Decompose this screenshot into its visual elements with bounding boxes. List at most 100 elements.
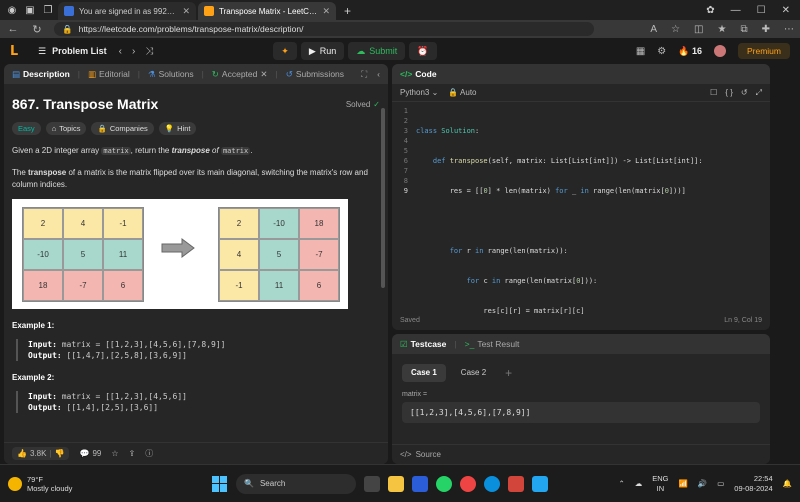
url-field[interactable]: 🔒 https://leetcode.com/problems/transpos… — [54, 22, 594, 36]
close-window-icon[interactable]: ✕ — [782, 5, 790, 16]
start-button[interactable] — [212, 475, 228, 492]
auto-toggle[interactable]: 🔒 Auto — [448, 88, 476, 97]
maximize-icon[interactable]: ☐ — [757, 5, 766, 16]
star-icon[interactable]: ☆ — [111, 449, 118, 458]
code-line[interactable]: res[c][r] = matrix[r][c] — [416, 306, 703, 316]
problem-list-button[interactable]: ☰ Problem List — [38, 46, 107, 57]
volume-icon[interactable]: 🔊 — [698, 479, 707, 488]
source-button[interactable]: </> Source — [392, 444, 770, 464]
read-aloud-icon[interactable]: A — [650, 24, 657, 35]
close-tab-icon[interactable]: ✕ — [322, 6, 330, 17]
line-numbers: 123456789 — [403, 107, 408, 195]
extensions-icon[interactable]: ✚ — [762, 24, 770, 35]
code-icon: </> — [400, 69, 413, 79]
code-editor[interactable]: 123456789 class Solution: def transpose(… — [392, 102, 770, 330]
close-tab-icon[interactable]: ✕ — [182, 6, 190, 17]
tab-test-result[interactable]: >_ Test Result — [465, 339, 520, 349]
refresh-icon[interactable]: ↻ — [30, 23, 44, 36]
thumbs-down-icon[interactable]: 👎 — [55, 449, 65, 458]
expand-icon[interactable]: ⛶ — [361, 69, 367, 80]
code-line[interactable]: for r in range(len(matrix)): — [416, 246, 703, 256]
workspaces-icon[interactable]: ▣ — [22, 2, 38, 18]
tab-solutions[interactable]: ⚗ Solutions — [148, 69, 194, 80]
debug-button[interactable]: ✦ — [273, 42, 297, 60]
favorites-bar-icon[interactable]: ★ — [718, 24, 727, 35]
notifications-icon[interactable]: 🔔 — [783, 479, 792, 488]
app-icon[interactable] — [412, 475, 428, 492]
like-button[interactable]: 👍 3.8K | 👎 — [12, 447, 70, 460]
description-footer: 👍 3.8K | 👎 💬 99 ☆ ⇪ ⓘ — [4, 442, 388, 464]
companies-tag[interactable]: 🔒 Companies — [91, 122, 154, 135]
code-line[interactable]: class Solution: — [416, 126, 703, 136]
tab-accepted[interactable]: ↻ Accepted ✕ — [212, 69, 268, 80]
layout-icon[interactable]: ▦ — [636, 46, 645, 57]
code-line[interactable] — [416, 216, 703, 226]
bookmark-icon[interactable]: ☐ — [710, 88, 717, 98]
taskbar-search[interactable]: 🔍 Search — [236, 473, 356, 494]
split-screen-icon[interactable]: ◫ — [694, 24, 703, 35]
topics-tag[interactable]: ⌂ Topics — [45, 122, 87, 135]
code-line[interactable]: res = [[0] * len(matrix) for _ in range(… — [416, 186, 703, 196]
avatar[interactable] — [713, 45, 726, 57]
help-icon[interactable]: ⓘ — [145, 448, 153, 459]
reset-icon[interactable]: ↺ — [741, 88, 748, 98]
chrome-icon[interactable] — [460, 475, 476, 492]
braces-icon[interactable]: { } — [725, 88, 733, 98]
next-problem-icon[interactable]: › — [132, 46, 135, 57]
minimize-icon[interactable]: — — [731, 5, 741, 16]
tab-actions-icon[interactable]: ❐ — [40, 2, 56, 18]
hint-tag[interactable]: 💡 Hint — [158, 122, 197, 135]
submit-button[interactable]: ☁ Submit — [348, 42, 406, 60]
weather-widget[interactable]: 79°F Mostly cloudy — [8, 475, 72, 493]
chevron-up-icon[interactable]: ⌃ — [618, 479, 624, 488]
tab-testcase[interactable]: ☑ Testcase — [400, 339, 446, 350]
copilot-icon[interactable]: ✿ — [706, 5, 714, 16]
wifi-icon[interactable]: 📶 — [679, 479, 688, 488]
run-button[interactable]: ▶ Run — [300, 42, 345, 60]
shuffle-icon[interactable]: ⤨ — [145, 46, 153, 57]
tab-code[interactable]: </> Code — [400, 69, 437, 79]
tab-editorial[interactable]: ▥ Editorial — [88, 69, 130, 80]
whatsapp-icon[interactable] — [436, 475, 452, 492]
browser-tab-signin[interactable]: You are signed in as 99210041391 ✕ — [58, 2, 196, 20]
case-1-tab[interactable]: Case 1 — [402, 364, 446, 382]
tab-submissions[interactable]: ↺ Submissions — [286, 69, 344, 80]
tab-description[interactable]: ▤ Description — [12, 69, 70, 80]
clock[interactable]: 22:54 09-08-2024 — [734, 474, 772, 494]
task-view-icon[interactable] — [364, 475, 380, 492]
battery-icon[interactable]: ▭ — [717, 479, 724, 488]
favorite-icon[interactable]: ☆ — [671, 24, 680, 35]
file-explorer-icon[interactable] — [388, 475, 404, 492]
comments-button[interactable]: 💬 99 — [79, 449, 101, 458]
streak-counter[interactable]: 🔥 16 — [678, 46, 702, 57]
testcase-input[interactable]: [[1,2,3],[4,5,6],[7,8,9]] — [402, 402, 760, 423]
back-icon[interactable]: ← — [6, 23, 20, 35]
settings-gear-icon[interactable]: ⚙ — [657, 46, 666, 57]
language-indicator[interactable]: ENG IN — [652, 474, 668, 494]
browser-tab-leetcode[interactable]: Transpose Matrix - LeetCode ✕ — [198, 2, 336, 20]
collapse-icon[interactable]: ‹ — [377, 69, 380, 80]
more-icon[interactable]: ⋯ — [784, 24, 794, 35]
prev-problem-icon[interactable]: ‹ — [119, 46, 122, 57]
collections-icon[interactable]: ⧉ — [740, 24, 747, 35]
code-line[interactable]: for c in range(len(matrix[0])): — [416, 276, 703, 286]
new-tab-icon[interactable]: + — [344, 4, 351, 18]
onedrive-icon[interactable]: ☁ — [635, 479, 643, 488]
edge-icon[interactable] — [484, 475, 500, 492]
premium-button[interactable]: Premium — [737, 43, 790, 59]
add-case-icon[interactable]: + — [501, 364, 516, 382]
code-line[interactable]: def transpose(self, matrix: List[List[in… — [416, 156, 703, 166]
profile-icon[interactable]: ◉ — [4, 2, 20, 18]
fullscreen-icon[interactable]: ⤢ — [756, 88, 762, 98]
language-select[interactable]: Python3 ⌄ — [400, 88, 438, 97]
close-tab-icon[interactable]: ✕ — [260, 69, 267, 80]
brave-icon[interactable] — [508, 475, 524, 492]
timer-icon[interactable]: ⏰ — [409, 42, 437, 60]
description-scrollbar[interactable] — [381, 108, 385, 288]
code-lines[interactable]: class Solution: def transpose(self, matr… — [416, 106, 703, 330]
problem-title[interactable]: 867. Transpose Matrix — [12, 96, 158, 112]
leetcode-logo-icon[interactable]: ᒪ — [10, 44, 24, 58]
vscode-icon[interactable] — [532, 475, 548, 492]
case-2-tab[interactable]: Case 2 — [452, 364, 495, 382]
share-icon[interactable]: ⇪ — [129, 449, 136, 458]
